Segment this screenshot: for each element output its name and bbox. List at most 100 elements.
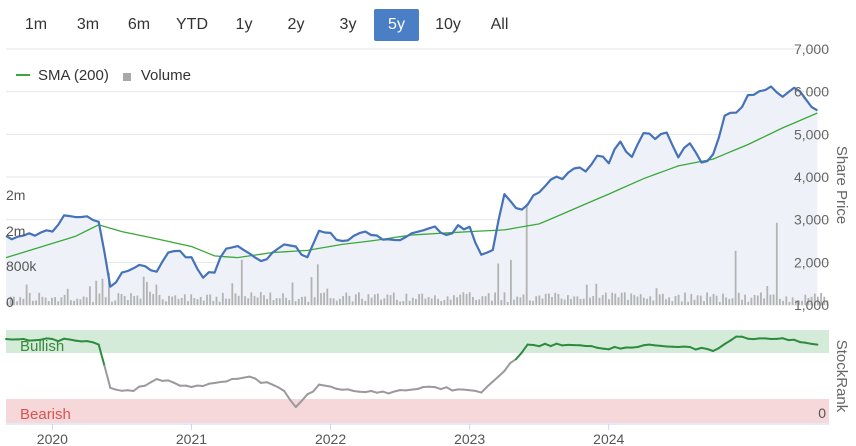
volume-bar	[709, 296, 712, 305]
volume-bar	[155, 284, 158, 305]
volume-bar	[779, 298, 781, 305]
volume-tick-label: 800k	[6, 258, 37, 274]
bearish-band	[6, 399, 829, 423]
volume-bar	[532, 300, 534, 305]
volume-bar	[728, 298, 731, 305]
volume-bar	[687, 301, 689, 305]
volume-bar	[57, 301, 60, 305]
volume-bar	[32, 300, 34, 305]
volume-bar	[557, 294, 560, 305]
stockrank-tick-label: 0	[818, 405, 826, 421]
volume-bar	[497, 263, 500, 305]
volume-bar	[386, 294, 389, 305]
volume-bar	[396, 299, 398, 305]
volume-bar	[639, 294, 642, 305]
volume-bar	[70, 300, 72, 305]
volume-bar	[661, 293, 664, 305]
volume-bar	[98, 293, 101, 305]
volume-bar	[266, 298, 268, 305]
volume-bar	[133, 296, 136, 305]
volume-bar	[614, 293, 617, 305]
volume-bar	[677, 294, 680, 305]
volume-bar	[202, 300, 205, 305]
volume-bar	[332, 298, 335, 305]
volume-bar	[712, 293, 715, 305]
volume-bar	[358, 292, 360, 305]
volume-bar	[51, 297, 53, 305]
time-tick-label: 2024	[593, 431, 624, 446]
price-tick-label: 4,000	[794, 169, 829, 185]
volume-bar	[28, 292, 31, 305]
volume-bar	[85, 297, 88, 305]
volume-bar	[472, 296, 474, 305]
stockrank-line-segment	[312, 383, 320, 393]
volume-bar	[320, 293, 322, 305]
volume-bar	[22, 298, 25, 305]
volume-bar	[41, 296, 44, 305]
volume-bar	[38, 292, 41, 305]
volume-bar	[715, 295, 718, 305]
volume-bar	[196, 299, 199, 305]
volume-bar	[193, 298, 196, 305]
price-area	[6, 86, 818, 305]
time-tick-label: 2021	[176, 431, 207, 446]
volume-bar	[582, 298, 585, 305]
volume-bar	[351, 301, 354, 305]
volume-bar	[747, 301, 750, 305]
volume-bar	[459, 294, 462, 305]
volume-bar	[491, 300, 493, 305]
volume-bar	[684, 292, 686, 305]
volume-bar	[25, 284, 28, 305]
volume-bar	[573, 296, 576, 305]
stockrank-line-segment	[503, 362, 512, 372]
stockrank-line-segment	[132, 385, 141, 392]
volume-bar	[604, 292, 607, 305]
volume-bar	[19, 297, 22, 305]
volume-bar	[525, 203, 528, 305]
volume-bar	[361, 298, 363, 305]
volume-bar	[244, 296, 246, 305]
volume-bar	[658, 294, 661, 305]
volume-bar	[63, 294, 66, 305]
volume-bar	[329, 298, 332, 305]
volume-bar	[253, 295, 256, 305]
volume-bar	[453, 295, 455, 305]
volume-bar	[446, 296, 449, 305]
volume-bar	[741, 299, 743, 305]
volume-bar	[218, 301, 221, 305]
stock-chart: 1,000 2,000 3,000 4,000 5,000 6,000 7,000 Share…	[5, 41, 850, 446]
volume-bar	[785, 296, 788, 305]
volume-bar	[551, 297, 553, 305]
volume-bar	[225, 298, 227, 305]
volume-bar	[510, 259, 512, 305]
volume-bar	[475, 300, 477, 305]
volume-bar	[345, 292, 348, 305]
volume-bar	[16, 301, 18, 305]
volume-bar	[250, 292, 253, 305]
price-tick-label: 3,000	[794, 212, 829, 228]
volume-bar	[101, 278, 104, 305]
volume-bar	[649, 296, 652, 305]
volume-bar	[288, 300, 291, 305]
volume-bar	[161, 299, 164, 305]
volume-bar	[744, 294, 746, 305]
volume-bar	[443, 299, 446, 305]
price-tick-label: 2,000	[794, 254, 829, 270]
volume-bar	[373, 294, 376, 305]
volume-bar	[430, 298, 433, 305]
volume-bar	[183, 294, 186, 305]
volume-bar	[301, 296, 303, 305]
volume-bar	[756, 295, 759, 305]
volume-bar	[465, 294, 468, 305]
volume-bar	[335, 300, 338, 305]
volume-bar	[89, 286, 91, 305]
volume-bar	[82, 296, 85, 305]
volume-bar	[437, 298, 439, 305]
volume-bar	[671, 301, 674, 305]
volume-bar	[567, 295, 569, 305]
volume-bar	[734, 250, 737, 305]
volume-bar	[630, 293, 633, 305]
volume-bar	[171, 296, 174, 305]
volume-bar	[44, 297, 47, 305]
volume-bar	[516, 296, 519, 305]
